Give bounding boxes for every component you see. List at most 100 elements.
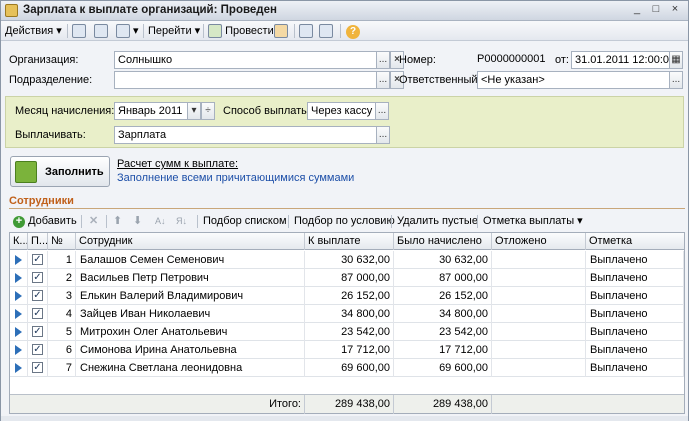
org-field[interactable]: Солнышко: [114, 51, 377, 69]
col-header-mark[interactable]: Отметка: [586, 233, 684, 250]
add-button[interactable]: + Добавить: [13, 213, 77, 229]
date-field[interactable]: 31.01.2011 12:00:00: [571, 51, 670, 69]
employee-name[interactable]: Снежина Светлана леонидовна: [76, 359, 305, 377]
accrued-value[interactable]: 87 000,00: [394, 269, 492, 287]
to-pay-value[interactable]: 87 000,00: [305, 269, 394, 287]
sort-asc-icon[interactable]: A↓: [155, 213, 166, 229]
copy-icon[interactable]: ▾: [116, 23, 139, 39]
row-checkbox[interactable]: ✓: [32, 344, 43, 355]
row-number[interactable]: 6: [48, 341, 76, 359]
col-header-employee[interactable]: Сотрудник: [76, 233, 305, 250]
month-dropdown-icon[interactable]: ▾: [187, 102, 201, 120]
to-pay-value[interactable]: 69 600,00: [305, 359, 394, 377]
accrued-value[interactable]: 34 800,00: [394, 305, 492, 323]
to-pay-value[interactable]: 34 800,00: [305, 305, 394, 323]
method-field[interactable]: Через кассу: [307, 102, 376, 120]
employee-name[interactable]: Балашов Семен Семенович: [76, 251, 305, 269]
org-select-button[interactable]: ...: [376, 51, 390, 69]
payment-mark[interactable]: Выплачено: [586, 251, 684, 269]
add-row-icon[interactable]: [72, 23, 86, 39]
print-icon[interactable]: [299, 23, 313, 39]
dept-select-button[interactable]: ...: [376, 71, 390, 89]
delete-icon[interactable]: ✕: [89, 213, 98, 229]
employee-name[interactable]: Зайцев Иван Николаевич: [76, 305, 305, 323]
row-checkbox[interactable]: ✓: [32, 362, 43, 373]
close-button[interactable]: ×: [667, 3, 683, 18]
pick-list-button[interactable]: Подбор списком: [203, 213, 287, 229]
calendar-icon[interactable]: ▦: [669, 51, 683, 69]
table-row[interactable]: ✓ 4 Зайцев Иван Николаевич 34 800,00 34 800,…: [10, 305, 684, 323]
pay-field[interactable]: Зарплата: [114, 126, 377, 144]
payment-mark[interactable]: Выплачено: [586, 269, 684, 287]
table-row[interactable]: ✓ 1 Балашов Семен Семенович 30 632,00 30 632…: [10, 251, 684, 269]
col-header-accrued[interactable]: Было начислено: [394, 233, 492, 250]
deferred-value[interactable]: [492, 359, 586, 377]
pick-condition-button[interactable]: Подбор по условию: [294, 213, 395, 229]
deferred-value[interactable]: [492, 305, 586, 323]
structure-icon[interactable]: [319, 23, 333, 39]
deferred-value[interactable]: [492, 251, 586, 269]
payment-mark[interactable]: Выплачено: [586, 305, 684, 323]
accrued-value[interactable]: 23 542,00: [394, 323, 492, 341]
payment-mark[interactable]: Выплачено: [586, 287, 684, 305]
accrued-value[interactable]: 69 600,00: [394, 359, 492, 377]
responsible-field[interactable]: <Не указан>: [477, 71, 670, 89]
row-number[interactable]: 4: [48, 305, 76, 323]
table-row[interactable]: ✓ 7 Снежина Светлана леонидовна 69 600,00 69…: [10, 359, 684, 377]
employee-name[interactable]: Симонова Ирина Анатольевна: [76, 341, 305, 359]
row-number[interactable]: 3: [48, 287, 76, 305]
method-select-button[interactable]: ...: [375, 102, 389, 120]
row-checkbox[interactable]: ✓: [32, 254, 43, 265]
actions-menu[interactable]: Действия ▾: [5, 23, 62, 39]
table-row[interactable]: ✓ 5 Митрохин Олег Анатольевич 23 542,00 23 5…: [10, 323, 684, 341]
employee-name[interactable]: Елькин Валерий Владимирович: [76, 287, 305, 305]
row-checkbox[interactable]: ✓: [32, 290, 43, 301]
accrued-value[interactable]: 30 632,00: [394, 251, 492, 269]
responsible-select-button[interactable]: ...: [669, 71, 683, 89]
deferred-value[interactable]: [492, 341, 586, 359]
col-header-to-pay[interactable]: К выплате: [305, 233, 394, 250]
to-pay-value[interactable]: 17 712,00: [305, 341, 394, 359]
calc-link[interactable]: Расчет сумм к выплате:: [117, 158, 238, 170]
move-up-icon[interactable]: ⬆: [113, 213, 122, 229]
fill-button[interactable]: Заполнить: [10, 156, 110, 187]
row-number[interactable]: 5: [48, 323, 76, 341]
row-number[interactable]: 7: [48, 359, 76, 377]
pay-select-button[interactable]: ...: [376, 126, 390, 144]
col-header-number[interactable]: №: [48, 233, 76, 250]
post-button[interactable]: Провести: [208, 23, 274, 39]
employee-name[interactable]: Васильев Петр Петрович: [76, 269, 305, 287]
dept-field[interactable]: [114, 71, 377, 89]
maximize-button[interactable]: □: [648, 3, 664, 18]
col-header-p[interactable]: П...: [28, 233, 48, 250]
col-header-deferred[interactable]: Отложено: [492, 233, 586, 250]
minimize-button[interactable]: _: [629, 3, 645, 18]
row-number[interactable]: 1: [48, 251, 76, 269]
row-checkbox[interactable]: ✓: [32, 326, 43, 337]
row-number[interactable]: 2: [48, 269, 76, 287]
payment-mark[interactable]: Выплачено: [586, 323, 684, 341]
to-pay-value[interactable]: 30 632,00: [305, 251, 394, 269]
to-pay-value[interactable]: 26 152,00: [305, 287, 394, 305]
payment-mark[interactable]: Выплачено: [586, 341, 684, 359]
sort-desc-icon[interactable]: Я↓: [176, 213, 187, 229]
col-header-k[interactable]: К...: [10, 233, 28, 250]
row-checkbox[interactable]: ✓: [32, 308, 43, 319]
accrued-value[interactable]: 17 712,00: [394, 341, 492, 359]
movements-icon[interactable]: [274, 23, 288, 39]
deferred-value[interactable]: [492, 287, 586, 305]
title-bar[interactable]: Зарплата к выплате организаций: Проведен…: [1, 1, 688, 21]
help-button[interactable]: ?: [346, 23, 360, 39]
mark-payment-menu[interactable]: Отметка выплаты ▾: [483, 213, 583, 229]
month-spin-icon[interactable]: ÷: [201, 102, 215, 120]
refresh-icon[interactable]: [94, 23, 108, 39]
delete-empty-button[interactable]: Удалить пустые: [397, 213, 478, 229]
employee-name[interactable]: Митрохин Олег Анатольевич: [76, 323, 305, 341]
payment-mark[interactable]: Выплачено: [586, 359, 684, 377]
to-pay-value[interactable]: 23 542,00: [305, 323, 394, 341]
goto-menu[interactable]: Перейти ▾: [148, 23, 200, 39]
deferred-value[interactable]: [492, 269, 586, 287]
month-field[interactable]: Январь 2011: [114, 102, 188, 120]
table-row[interactable]: ✓ 6 Симонова Ирина Анатольевна 17 712,00 17 …: [10, 341, 684, 359]
table-row[interactable]: ✓ 3 Елькин Валерий Владимирович 26 152,00 26…: [10, 287, 684, 305]
